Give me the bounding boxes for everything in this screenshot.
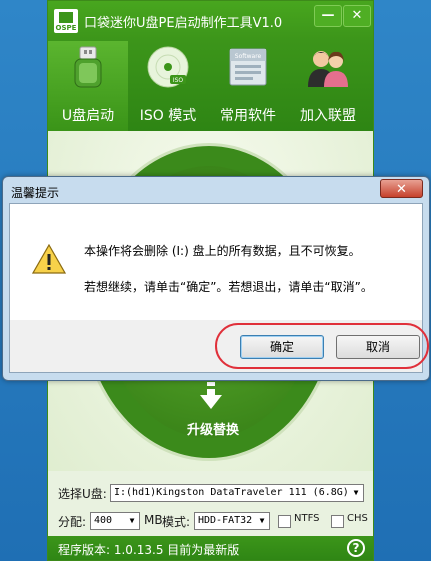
tab-iso-mode[interactable]: ISO ISO 模式 (128, 41, 208, 131)
close-button[interactable]: ✕ (343, 5, 371, 27)
mode-select-value: HDD-FAT32 (198, 515, 253, 526)
options-panel: 选择U盘: I:(hd1)Kingston DataTraveler 111 (… (48, 471, 373, 536)
mode-label: 模式: (162, 515, 191, 529)
chevron-down-icon: ▼ (125, 513, 139, 529)
tab-label: 加入联盟 (300, 108, 356, 124)
logo-text: OSPE (55, 24, 77, 32)
dialog-close-button[interactable]: ✕ (380, 179, 423, 198)
app-title: 口袋迷你U盘PE启动制作工具V1.0 (84, 16, 283, 31)
tab-usb-boot[interactable]: U盘启动 (48, 41, 128, 131)
alloc-select-value: 400 (94, 515, 113, 526)
minimize-button[interactable]: — (314, 5, 342, 27)
chs-label: CHS (347, 513, 368, 524)
ntfs-label: NTFS (294, 513, 320, 524)
highlight-annotation (215, 323, 429, 369)
tab-label: 常用软件 (220, 108, 276, 124)
tab-label: U盘启动 (61, 108, 115, 124)
dialog-title: 温馨提示 (11, 186, 60, 200)
app-logo: OSPE (54, 9, 78, 33)
tab-common-software[interactable]: Software 常用软件 (208, 41, 288, 131)
usb-select[interactable]: I:(hd1)Kingston DataTraveler 111 (6.8G) … (110, 484, 364, 502)
upgrade-replace-button[interactable]: 升级替换 (168, 419, 258, 438)
dialog-message-line1: 本操作将会删除 (I:) 盘上的所有数据，且不可恢复。 (84, 244, 361, 258)
alloc-unit: MB (144, 513, 163, 527)
tab-label: ISO 模式 (139, 108, 197, 124)
usb-select-value: I:(hd1)Kingston DataTraveler 111 (6.8G) (114, 487, 349, 498)
iso-badge: ISO (173, 77, 184, 84)
software-box-icon: Software (229, 48, 267, 86)
help-icon[interactable]: ? (347, 539, 365, 557)
status-bar: 程序版本: 1.0.13.5 目前为最新版 ? (48, 536, 373, 560)
warning-icon (32, 244, 66, 274)
version-status: 程序版本: 1.0.13.5 目前为最新版 (58, 543, 240, 557)
people-icon (308, 51, 348, 87)
alloc-label: 分配: (58, 515, 87, 529)
dialog-message-area: 本操作将会删除 (I:) 盘上的所有数据，且不可恢复。 若想继续，请单击“确定”… (10, 204, 422, 320)
alloc-select[interactable]: 400 ▼ (90, 512, 140, 530)
tab-join-alliance[interactable]: 加入联盟 (288, 41, 368, 131)
software-badge: Software (235, 53, 262, 60)
chs-checkbox[interactable] (331, 515, 344, 528)
title-bar: OSPE 口袋迷你U盘PE启动制作工具V1.0 — ✕ (48, 1, 373, 41)
select-usb-label: 选择U盘: (58, 487, 107, 501)
chevron-down-icon: ▼ (349, 485, 363, 501)
mode-select[interactable]: HDD-FAT32 ▼ (194, 512, 270, 530)
disc-icon: ISO (147, 46, 189, 88)
dialog-message-line2: 若想继续，请单击“确定”。若想退出，请单击“取消”。 (84, 280, 373, 294)
chevron-down-icon: ▼ (255, 513, 269, 529)
toolbar: U盘启动 ISO ISO 模式 Software 常用软件 加入联盟 (48, 41, 373, 131)
usb-drive-icon (74, 46, 102, 88)
ntfs-checkbox[interactable] (278, 515, 291, 528)
